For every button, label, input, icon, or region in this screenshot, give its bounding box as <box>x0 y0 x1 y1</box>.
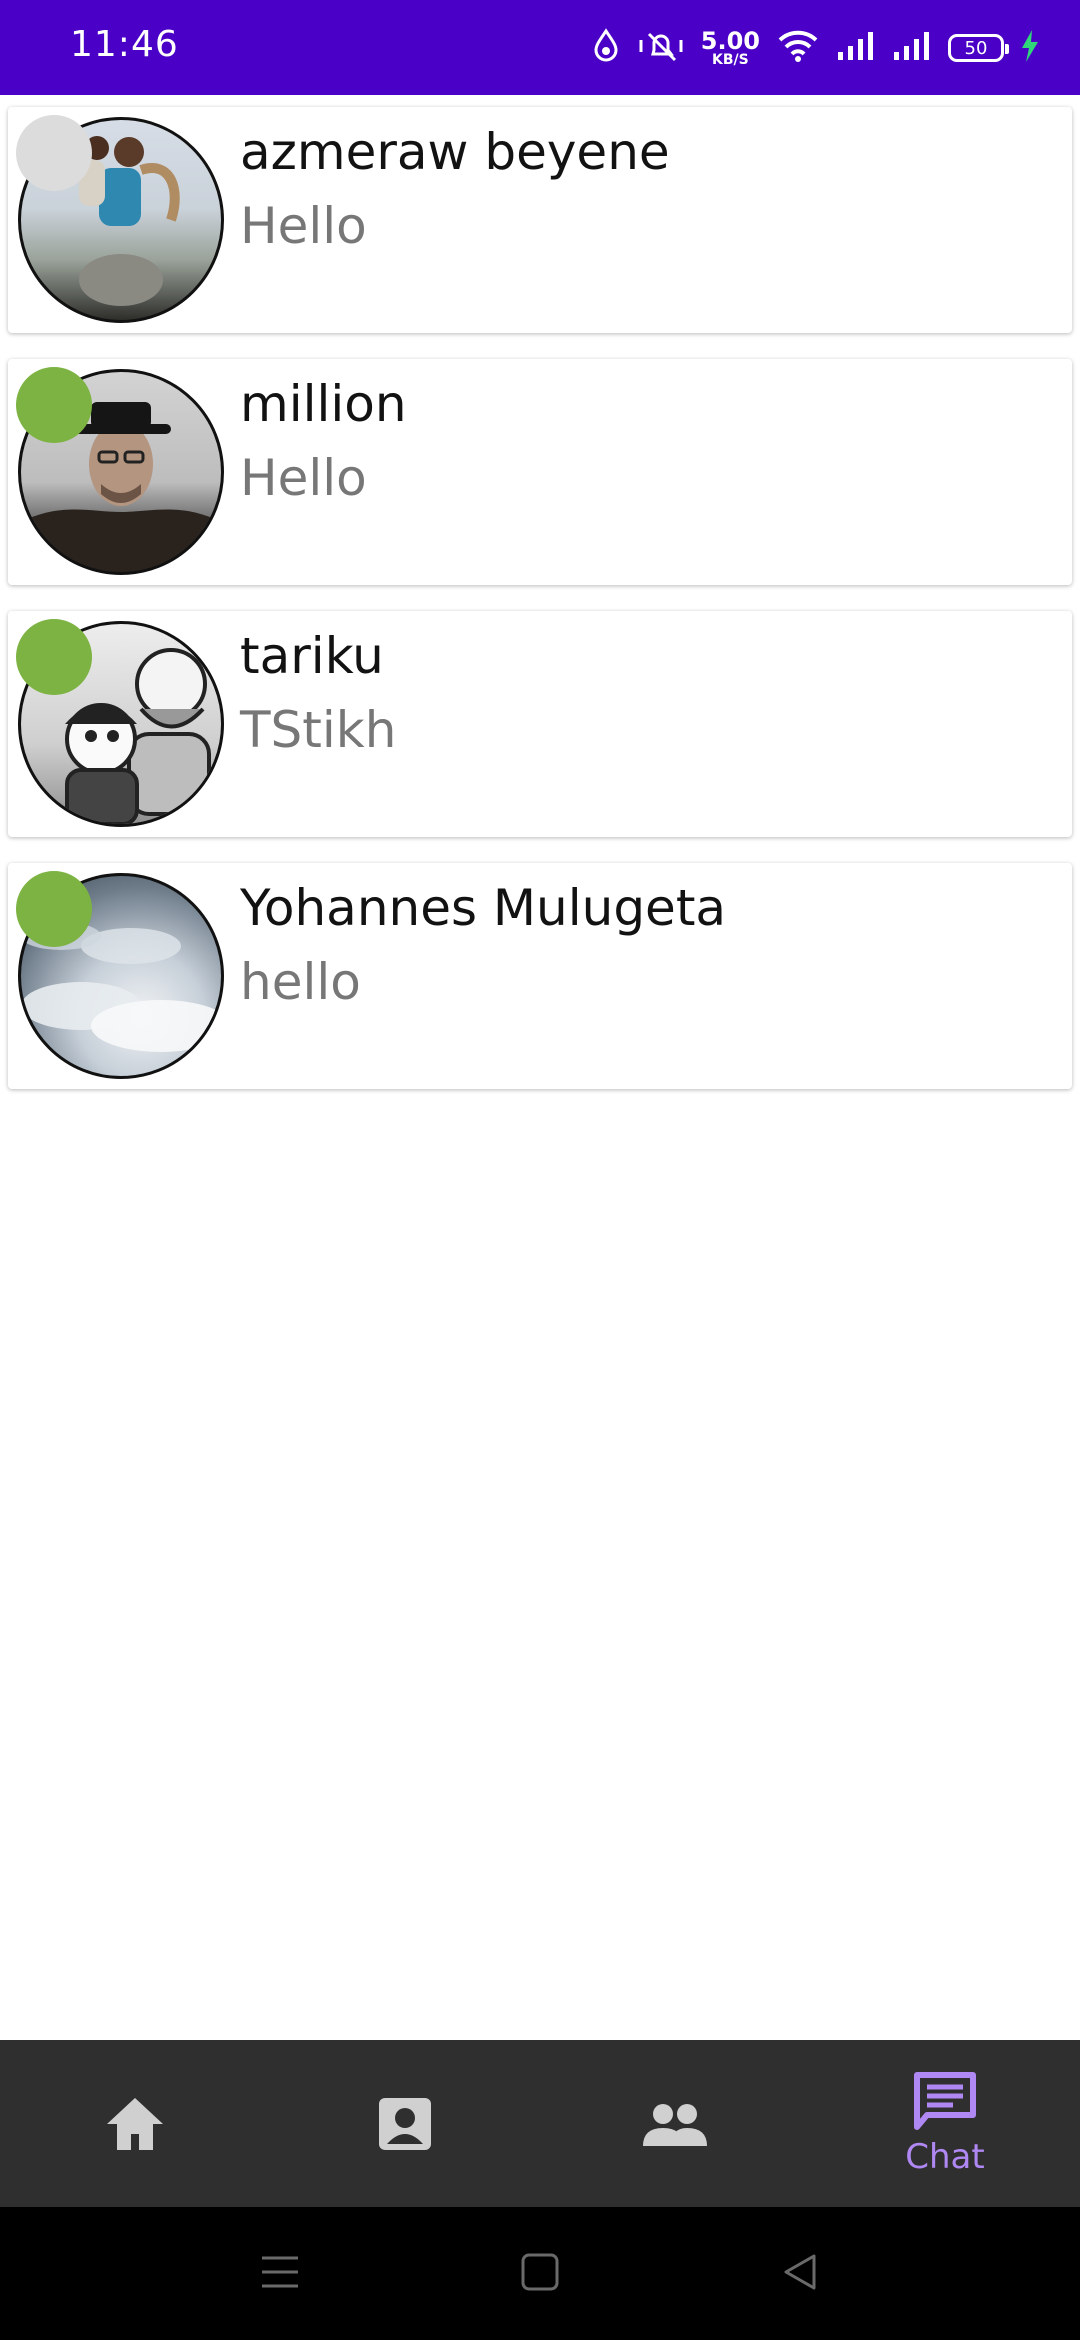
status-icons: 5.00 KB/S 50 <box>591 22 1040 74</box>
menu-icon[interactable] <box>260 2254 300 2294</box>
nav-home[interactable] <box>0 2040 270 2207</box>
charging-icon <box>1020 28 1040 68</box>
nav-chat[interactable]: Chat <box>810 2040 1080 2207</box>
online-status-dot <box>16 619 92 695</box>
last-message: TStikh <box>240 701 397 759</box>
contact-name: million <box>240 375 407 433</box>
last-message: Hello <box>240 449 367 507</box>
nav-profile[interactable] <box>270 2040 540 2207</box>
nav-contacts[interactable] <box>540 2040 810 2207</box>
signal-icon <box>836 28 876 68</box>
contact-name: tariku <box>240 627 384 685</box>
contact-name: azmeraw beyene <box>240 123 670 181</box>
nav-chat-label: Chat <box>905 2136 985 2177</box>
net-speed: 5.00 KB/S <box>701 29 760 67</box>
people-icon <box>643 2103 707 2146</box>
net-speed-unit: KB/S <box>712 52 749 68</box>
system-navigation-bar <box>0 2207 1080 2340</box>
online-status-dot <box>16 871 92 947</box>
chat-list-item[interactable]: Yohannes Mulugeta hello <box>8 863 1072 1089</box>
chat-list-item[interactable]: million Hello <box>8 359 1072 585</box>
last-message: hello <box>240 953 361 1011</box>
battery-icon: 50 <box>948 34 1009 62</box>
bottom-navigation: Chat <box>0 2040 1080 2207</box>
online-status-dot <box>16 367 92 443</box>
wifi-icon <box>776 28 820 68</box>
status-time: 11:46 <box>70 24 179 65</box>
chat-icon <box>914 2071 976 2130</box>
back-icon[interactable] <box>780 2252 820 2296</box>
status-bar: 11:46 5.00 KB/S 50 <box>0 0 1080 95</box>
last-message: Hello <box>240 197 367 255</box>
chat-list-item[interactable]: tariku TStikh <box>8 611 1072 837</box>
chat-list-item[interactable]: azmeraw beyene Hello <box>8 107 1072 333</box>
home-button-icon[interactable] <box>520 2252 560 2296</box>
home-icon <box>107 2097 163 2150</box>
data-saver-icon <box>591 28 621 68</box>
net-speed-value: 5.00 <box>700 27 760 55</box>
offline-status-dot <box>16 115 92 191</box>
account-box-icon <box>379 2097 431 2150</box>
signal-icon <box>892 28 932 68</box>
battery-level: 50 <box>964 37 988 59</box>
contact-name: Yohannes Mulugeta <box>240 879 727 937</box>
mute-vibrate-icon <box>637 28 685 68</box>
